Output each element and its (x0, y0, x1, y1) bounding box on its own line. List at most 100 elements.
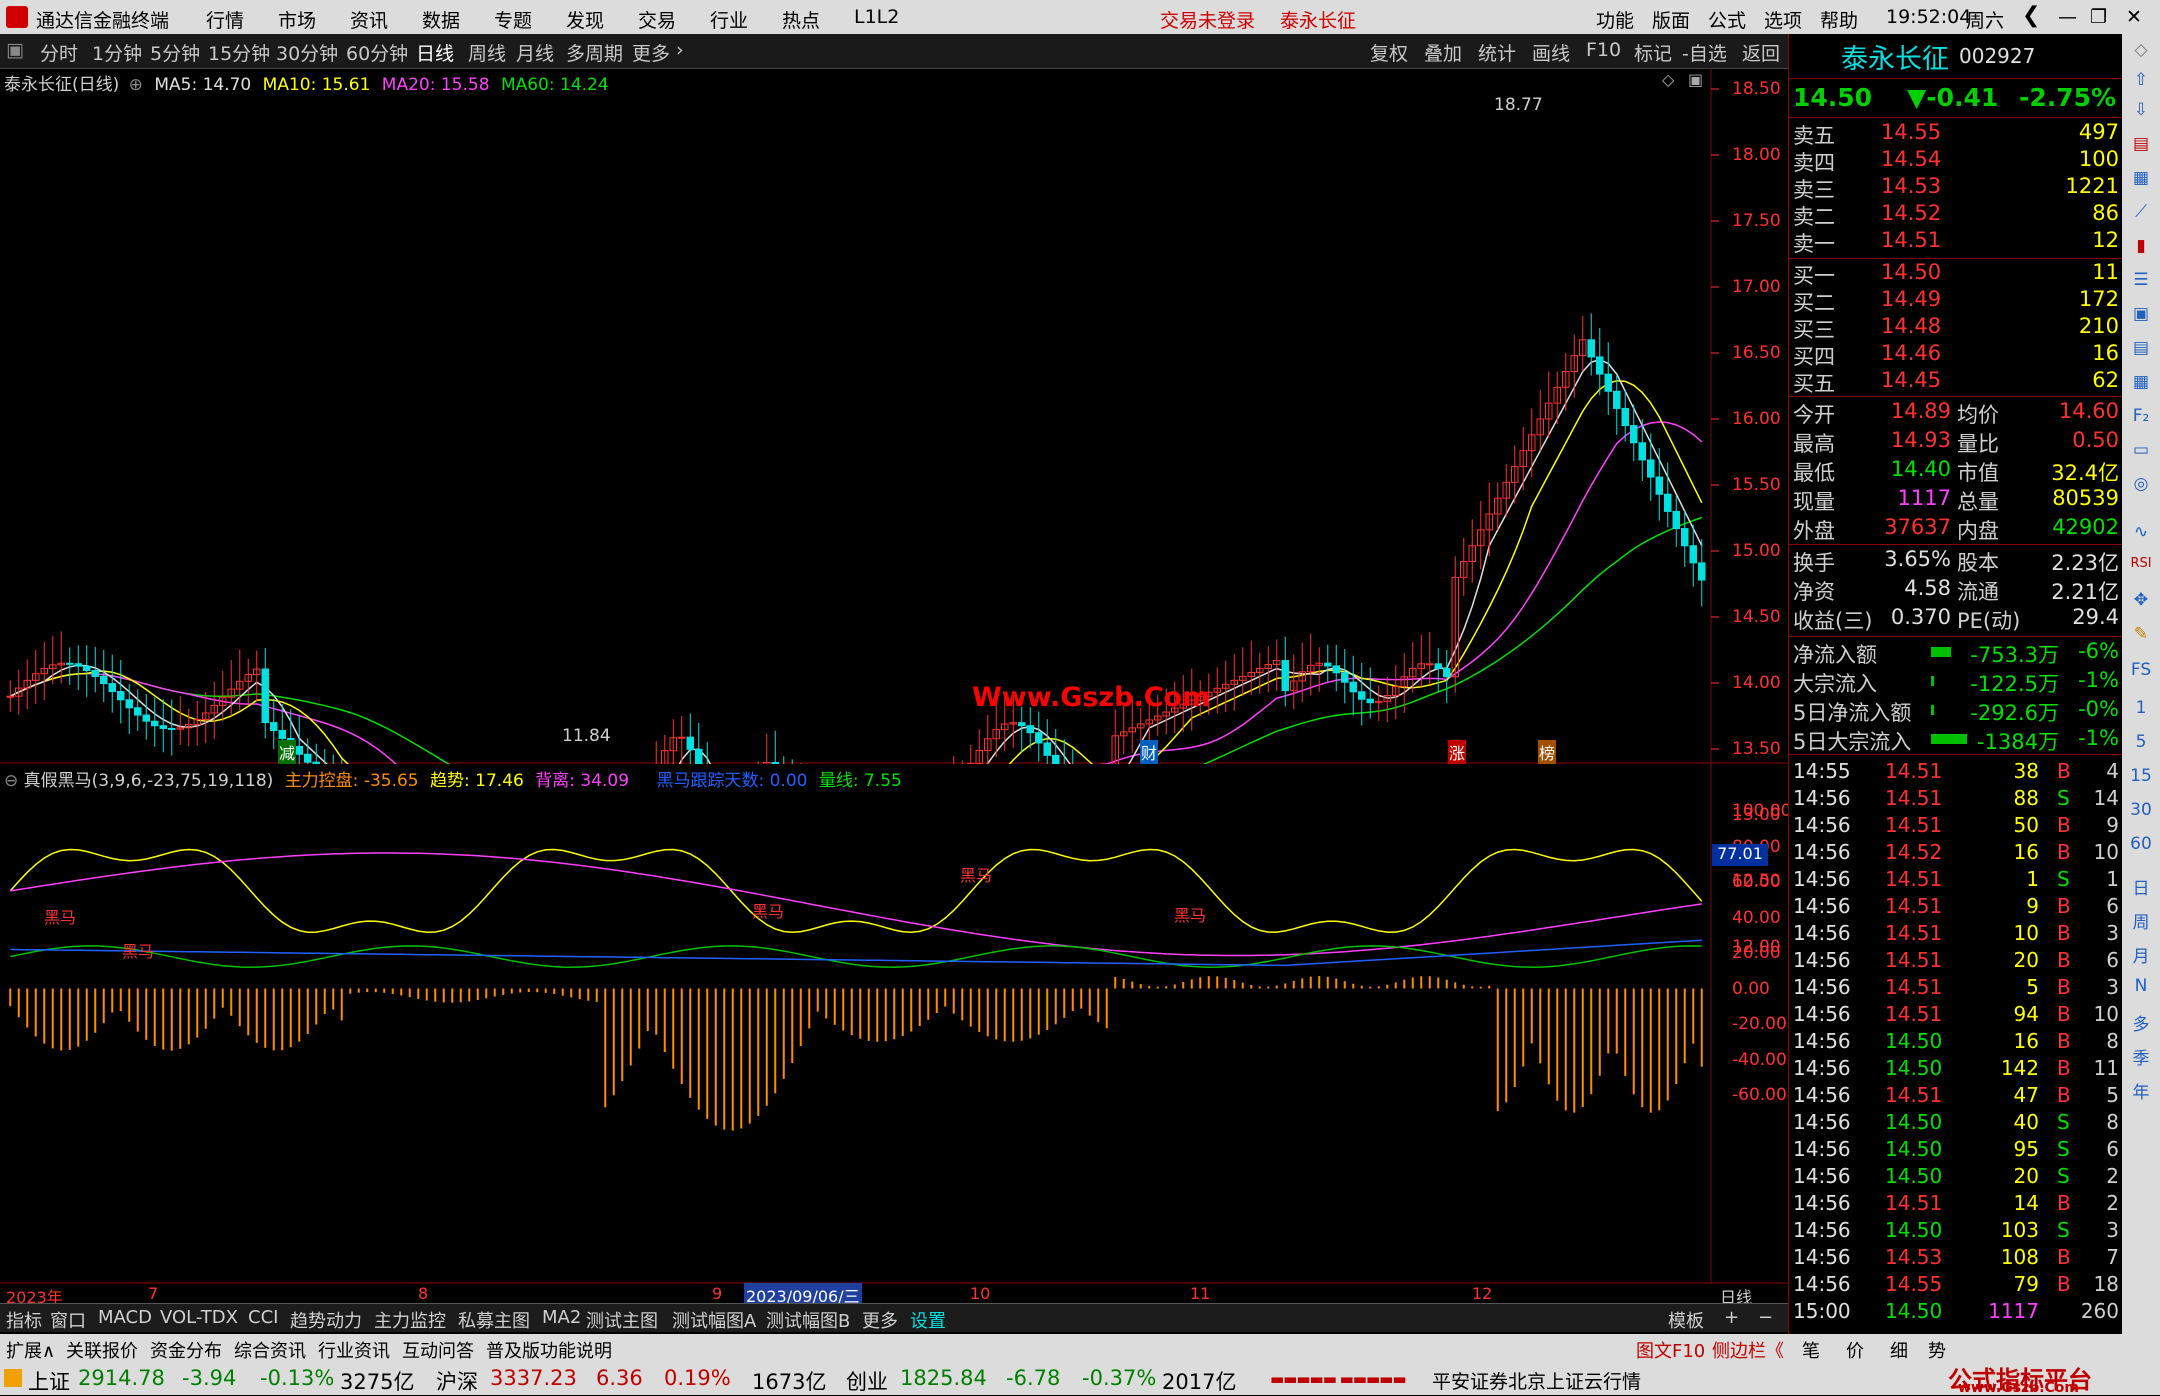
indicator-name[interactable]: 真假黑马(3,9,6,-23,75,19,118) (24, 771, 274, 791)
tf-60min[interactable]: 60分钟 (346, 39, 408, 66)
tab-cci[interactable]: CCI (248, 1307, 278, 1328)
event-tag-cai[interactable]: 财 (1140, 740, 1159, 764)
close-icon[interactable]: ✕ (2126, 6, 2142, 28)
fs-tool-icon[interactable]: FS (2122, 660, 2160, 680)
tab-vol[interactable]: VOL-TDX (160, 1307, 238, 1328)
cy-label[interactable]: 创业 (846, 1366, 888, 1396)
chevron-right-icon[interactable]: › (676, 39, 684, 61)
menu-redian[interactable]: 热点 (782, 6, 820, 33)
indicator-chart[interactable] (0, 764, 1788, 1284)
info-tab-hudongwenda[interactable]: 互动问答 (402, 1337, 474, 1363)
rsi-tool-icon[interactable]: RSI (2122, 556, 2160, 571)
indicator-toggle-icon[interactable]: ⊖ (4, 771, 18, 791)
tf-weekly[interactable]: 周线 (468, 39, 506, 66)
period-n-button[interactable]: N (2122, 976, 2160, 996)
indicator-panel[interactable]: ⊖ 真假黑马(3,9,6,-23,75,19,118) 主力控盘: -35.65… (0, 764, 1791, 1284)
target-tool-icon[interactable]: ◎ (2122, 474, 2160, 494)
tf-fenshi[interactable]: 分时 (40, 39, 78, 66)
btn-f10[interactable]: F10 (1586, 39, 1621, 61)
tab-zhibiao[interactable]: 指标 (6, 1307, 42, 1333)
legend-toggle-icon[interactable]: ⊕ (129, 75, 143, 95)
bottom-tab-sidebar[interactable]: 侧边栏《 (1712, 1337, 1784, 1363)
back-arrow-icon[interactable]: ❮ (2022, 3, 2040, 28)
period-30-button[interactable]: 30 (2122, 800, 2160, 820)
doc-tool-icon[interactable]: ▤ (2122, 338, 2160, 358)
kline-tool-icon[interactable]: ▤ (2122, 134, 2160, 154)
tab-chuangkou[interactable]: 窗口 (50, 1307, 86, 1333)
menu-banmian[interactable]: 版面 (1652, 6, 1690, 33)
chart-tool-icon[interactable]: ⟋ (2122, 202, 2160, 222)
info-tab-hangyezixun[interactable]: 行业资讯 (318, 1337, 390, 1363)
tf-5min[interactable]: 5分钟 (150, 39, 200, 66)
menu-shuju[interactable]: 数据 (422, 6, 460, 33)
menu-xuanxiang[interactable]: 选项 (1764, 6, 1802, 33)
period-day-button[interactable]: 日 (2122, 874, 2160, 899)
tf-more[interactable]: 更多 (632, 39, 670, 66)
kline-chart[interactable] (0, 68, 1788, 764)
period-week-button[interactable]: 周 (2122, 908, 2160, 933)
bottom-tab-shi[interactable]: 势 (1928, 1337, 1946, 1363)
period-5-button[interactable]: 5 (2122, 732, 2160, 752)
tf-multi[interactable]: 多周期 (566, 39, 623, 66)
diamond-icon[interactable]: ◇ (1662, 70, 1674, 89)
pen-tool-icon[interactable]: ✎ (2122, 624, 2160, 644)
period-season-button[interactable]: 季 (2122, 1044, 2160, 1069)
tab-zhulijiankong[interactable]: 主力监控 (374, 1307, 446, 1333)
minimize-icon[interactable]: — (2058, 6, 2077, 28)
menu-zixun[interactable]: 资讯 (350, 6, 388, 33)
bottom-tab-xi[interactable]: 细 (1890, 1337, 1908, 1363)
btn-huaxian[interactable]: 画线 (1532, 39, 1570, 66)
grid-tool-icon[interactable]: ▦ (2122, 372, 2160, 392)
tf-30min[interactable]: 30分钟 (276, 39, 338, 66)
info-tab-guanlianbaojia[interactable]: 关联报价 (66, 1337, 138, 1363)
btn-fuquan[interactable]: 复权 (1370, 39, 1408, 66)
move-tool-icon[interactable]: ✥ (2122, 590, 2160, 610)
btn-fanhui[interactable]: 返回 (1742, 39, 1780, 66)
tab-ma2[interactable]: MA2 (542, 1307, 581, 1328)
menu-zhuanti[interactable]: 专题 (494, 6, 532, 33)
sh-label[interactable]: 上证 (28, 1366, 70, 1396)
tf-15min[interactable]: 15分钟 (208, 39, 270, 66)
menu-l1l2[interactable]: L1L2 (854, 6, 899, 28)
side-collapse-icon[interactable]: ◇ (2122, 40, 2160, 60)
period-15-button[interactable]: 15 (2122, 766, 2160, 786)
tf-monthly[interactable]: 月线 (516, 39, 554, 66)
period-60-button[interactable]: 60 (2122, 834, 2160, 854)
line-tool-icon[interactable]: ∿ (2122, 522, 2160, 542)
list-tool-icon[interactable]: ☰ (2122, 270, 2160, 290)
btn-zixuan[interactable]: -自选 (1682, 39, 1727, 66)
period-multi-button[interactable]: 多 (2122, 1010, 2160, 1035)
bottom-tab-bi[interactable]: 笔 (1802, 1337, 1820, 1363)
tab-gengduo[interactable]: 更多 (862, 1307, 898, 1333)
tab-qushidongli[interactable]: 趋势动力 (290, 1307, 362, 1333)
panel-window-icon[interactable]: ▣ (1688, 70, 1703, 89)
f2-tool-icon[interactable]: F₂ (2122, 406, 2160, 426)
menu-faxian[interactable]: 发现 (566, 6, 604, 33)
period-1-button[interactable]: 1 (2122, 698, 2160, 718)
restore-icon[interactable]: ❐ (2090, 6, 2107, 28)
tab-simuzhutu[interactable]: 私募主图 (458, 1307, 530, 1333)
toolbar-toggle-icon[interactable]: ▣ (6, 39, 24, 61)
menu-hangye[interactable]: 行业 (710, 6, 748, 33)
arrow-down-icon[interactable]: ⇩ (2122, 100, 2160, 120)
tab-ceshifutu-b[interactable]: 测试幅图B (766, 1307, 850, 1333)
btn-diejia[interactable]: 叠加 (1424, 39, 1462, 66)
zoom-in-icon[interactable]: + (1724, 1307, 1739, 1328)
btn-tongji[interactable]: 统计 (1478, 39, 1516, 66)
zoom-out-icon[interactable]: − (1758, 1307, 1773, 1328)
tab-macd[interactable]: MACD (98, 1307, 152, 1328)
table-tool-icon[interactable]: ▦ (2122, 168, 2160, 188)
tab-ceshifutu-a[interactable]: 测试幅图A (672, 1307, 756, 1333)
menu-shichang[interactable]: 市场 (278, 6, 316, 33)
bottom-tab-f10[interactable]: 图文F10 (1636, 1337, 1705, 1363)
kline-panel[interactable]: 泰永长征(日线) ⊕ MA5: 14.70 MA10: 15.61 MA20: … (0, 68, 1788, 957)
period-year-button[interactable]: 年 (2122, 1078, 2160, 1103)
info-tab-zijinfenbu[interactable]: 资金分布 (150, 1337, 222, 1363)
tf-daily[interactable]: 日线 (416, 39, 454, 66)
menu-jiaoyi[interactable]: 交易 (638, 6, 676, 33)
arrow-up-icon[interactable]: ⇧ (2122, 70, 2160, 90)
info-tab-zonghezixun[interactable]: 综合资讯 (234, 1337, 306, 1363)
menu-bangzhu[interactable]: 帮助 (1820, 6, 1858, 33)
menu-gongneng[interactable]: 功能 (1596, 6, 1634, 33)
panel-tool-icon[interactable]: ▭ (2122, 440, 2160, 460)
